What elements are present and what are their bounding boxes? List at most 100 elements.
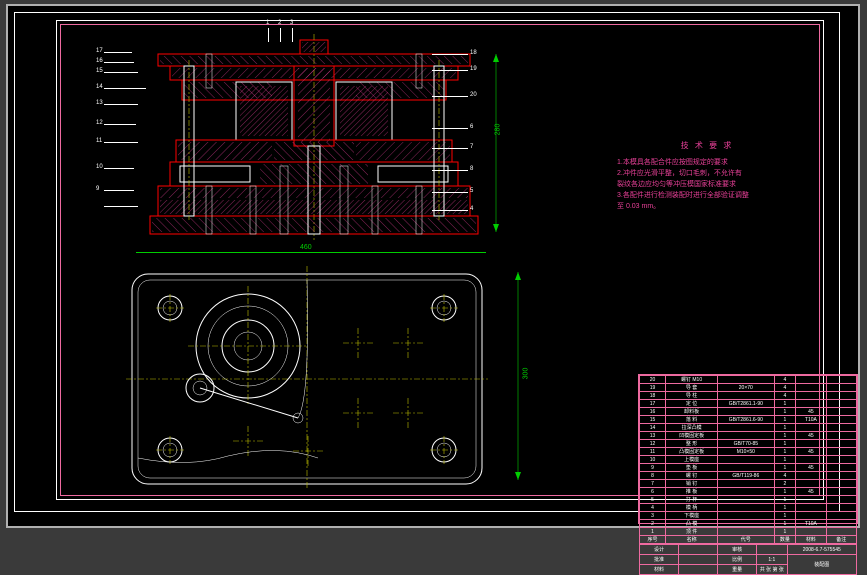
bom-cell: M10×50: [718, 448, 774, 456]
leader: [104, 124, 136, 125]
balloon: 16: [96, 58, 103, 64]
bom-cell: 整 形: [666, 440, 718, 448]
leader: [432, 148, 468, 149]
bom-cell: [826, 456, 856, 464]
bom-cell: 20: [640, 376, 666, 384]
bom-cell: 45: [796, 488, 826, 496]
bom-cell: 15: [640, 416, 666, 424]
bom-cell: GB/T2861.6-90: [718, 416, 774, 424]
bom-cell: 7: [640, 480, 666, 488]
bom-cell: [826, 400, 856, 408]
bom-cell: 凸 模: [666, 520, 718, 528]
bom-cell: [826, 488, 856, 496]
balloon: 3: [290, 20, 293, 26]
bom-cell: [826, 432, 856, 440]
balloon: 7: [470, 144, 473, 150]
bom-cell: 1: [774, 464, 796, 472]
bom-cell: [796, 392, 826, 400]
bom-cell: [826, 440, 856, 448]
bom-cell: [718, 496, 774, 504]
bom-header: 数量: [774, 536, 796, 544]
balloon: 13: [96, 100, 103, 106]
bom-cell: GB/T2861.1-90: [718, 400, 774, 408]
notes-line: 1.本模具各配合件应按图规定的要求: [617, 157, 797, 168]
balloon: 19: [470, 66, 477, 72]
leader: [104, 72, 138, 73]
bom-cell: 1: [774, 504, 796, 512]
bom-cell: [826, 384, 856, 392]
bom-cell: [826, 504, 856, 512]
bom-cell: 模 柄: [666, 504, 718, 512]
bom-cell: [796, 496, 826, 504]
bom-cell: 拉深凸模: [666, 424, 718, 432]
bom-cell: [796, 440, 826, 448]
bom-cell: 1: [640, 528, 666, 536]
balloon: 2: [278, 20, 281, 26]
titleblock-lower: 设计 审核 2008-6.7-575545 批准 比例 1:1 装配图 材料 重…: [639, 544, 857, 575]
notes-line: 2.冲件应光滑平整，切口毛刺，不允许有: [617, 168, 797, 179]
technical-notes: 技 术 要 求 1.本模具各配合件应按图规定的要求 2.冲件应光滑平整，切口毛刺…: [617, 140, 797, 212]
dim-width: 460: [300, 244, 312, 251]
bom-header: 材料: [796, 536, 826, 544]
bom-cell: 10: [640, 456, 666, 464]
balloon: 8: [470, 166, 473, 172]
bom-cell: [718, 480, 774, 488]
bom-cell: [718, 424, 774, 432]
bom-cell: 45: [796, 432, 826, 440]
bom-cell: 20×70: [718, 384, 774, 392]
bom-cell: [796, 512, 826, 520]
tb-sheet: 共 张 第 张: [757, 565, 787, 575]
leader: [432, 96, 468, 97]
leader: [104, 62, 134, 63]
bom-cell: 13: [640, 432, 666, 440]
bom-cell: 落 料: [666, 416, 718, 424]
bom-cell: 凹模固定板: [666, 432, 718, 440]
notes-line: 3.各配件进行检测装配时进行全部验证调整: [617, 190, 797, 201]
balloon: 15: [96, 68, 103, 74]
bom-cell: 8: [640, 472, 666, 480]
balloon: 6: [470, 124, 473, 130]
bom-cell: 12: [640, 440, 666, 448]
bom-cell: [718, 504, 774, 512]
balloon: 1: [266, 20, 269, 26]
bom-cell: [718, 432, 774, 440]
bom-cell: [826, 464, 856, 472]
bom-cell: [718, 456, 774, 464]
bom-cell: 4: [640, 504, 666, 512]
bom-cell: GB/T119-86: [718, 472, 774, 480]
bom-cell: 上模座: [666, 456, 718, 464]
bom-cell: [796, 480, 826, 488]
bom-cell: 2: [774, 480, 796, 488]
tb-wt: 重量: [718, 565, 757, 575]
bom-cell: 14: [640, 424, 666, 432]
bom-cell: 1: [774, 512, 796, 520]
bom-cell: [718, 464, 774, 472]
bom-cell: 19: [640, 384, 666, 392]
bom-cell: 下模座: [666, 512, 718, 520]
bom-cell: [796, 456, 826, 464]
plan-view: [100, 262, 520, 490]
balloon: 11: [96, 138, 102, 144]
tb-dwgno: 2008-6.7-575545: [787, 545, 856, 555]
bom-cell: [826, 496, 856, 504]
tb-mat: 材料: [640, 565, 679, 575]
bom-cell: 卸料板: [666, 408, 718, 416]
leader: [432, 192, 468, 193]
bom-cell: [826, 448, 856, 456]
bom-cell: [718, 392, 774, 400]
bom-cell: 1: [774, 528, 796, 536]
bom-cell: 螺 钉: [666, 472, 718, 480]
bom-cell: 4: [774, 384, 796, 392]
bom-cell: [826, 416, 856, 424]
bom-cell: 导 柱: [666, 392, 718, 400]
bom-cell: 2: [640, 520, 666, 528]
bom-cell: 18: [640, 392, 666, 400]
bom-cell: 45: [796, 464, 826, 472]
bom-cell: 4: [774, 376, 796, 384]
bom-cell: T10A: [796, 520, 826, 528]
bom-cell: 1: [774, 440, 796, 448]
bom-header: 名称: [666, 536, 718, 544]
leader: [432, 54, 468, 55]
bom-cell: 垫 板: [666, 464, 718, 472]
bom-cell: [718, 376, 774, 384]
